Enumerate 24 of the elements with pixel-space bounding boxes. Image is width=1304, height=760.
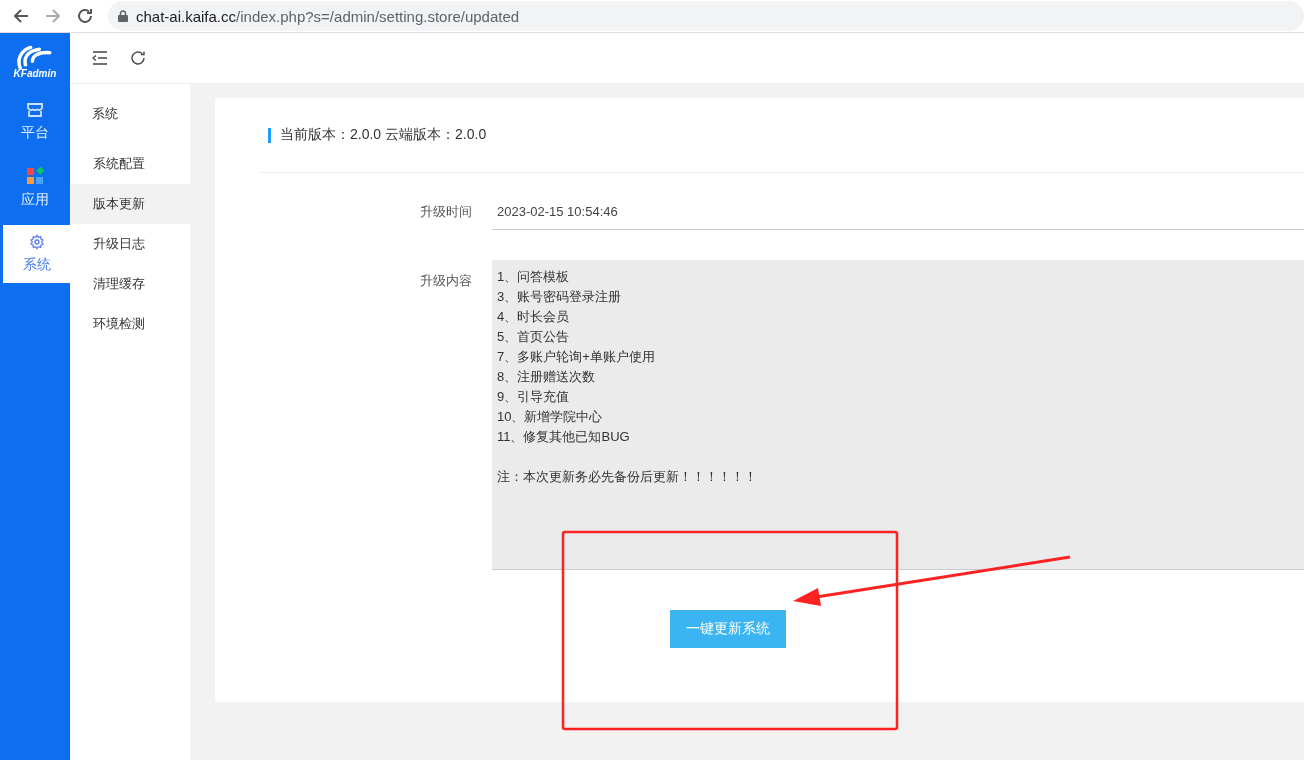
rail-label: 应用 xyxy=(21,191,49,209)
reload-icon[interactable] xyxy=(76,7,94,25)
time-field[interactable]: 2023-02-15 10:54:46 xyxy=(492,193,1304,230)
address-bar[interactable]: chat-ai.kaifa.cc/index.php?s=/admin/setting.store/updated xyxy=(108,1,1304,31)
rail-item[interactable]: 平台 xyxy=(0,89,70,155)
refresh-icon[interactable] xyxy=(130,50,146,66)
version-heading: 当前版本：2.0.0 云端版本：2.0.0 xyxy=(280,126,487,144)
time-label: 升级时间 xyxy=(419,203,473,221)
logo-text: KFadmin xyxy=(13,67,57,79)
heading-accent xyxy=(268,127,271,143)
apps-icon xyxy=(26,167,44,185)
submenu-item[interactable]: 版本更新 xyxy=(70,184,190,224)
rail-label: 系统 xyxy=(22,256,51,274)
menu-collapse-icon[interactable] xyxy=(92,51,108,65)
lock-icon xyxy=(118,10,128,22)
rail-label: 平台 xyxy=(21,124,49,142)
rail-item[interactable]: 应用 xyxy=(0,155,70,221)
back-icon[interactable] xyxy=(12,7,30,25)
store-icon xyxy=(26,102,44,118)
settings-icon xyxy=(28,234,45,250)
content-label: 升级内容 xyxy=(419,272,473,290)
content-textarea[interactable]: 1、问答模板 3、账号密码登录注册 4、时长会员 5、首页公告 7、多账户轮询+单账户使用 8、注册赠送次数 9、引导充值 10、新增学院中心 11、修复其他已知BUG 注：本次更新务必先备份后更新！！！！！！ xyxy=(492,260,1304,570)
rail-item[interactable]: 系统 xyxy=(3,225,70,283)
submenu-title: 系统 xyxy=(91,105,119,123)
